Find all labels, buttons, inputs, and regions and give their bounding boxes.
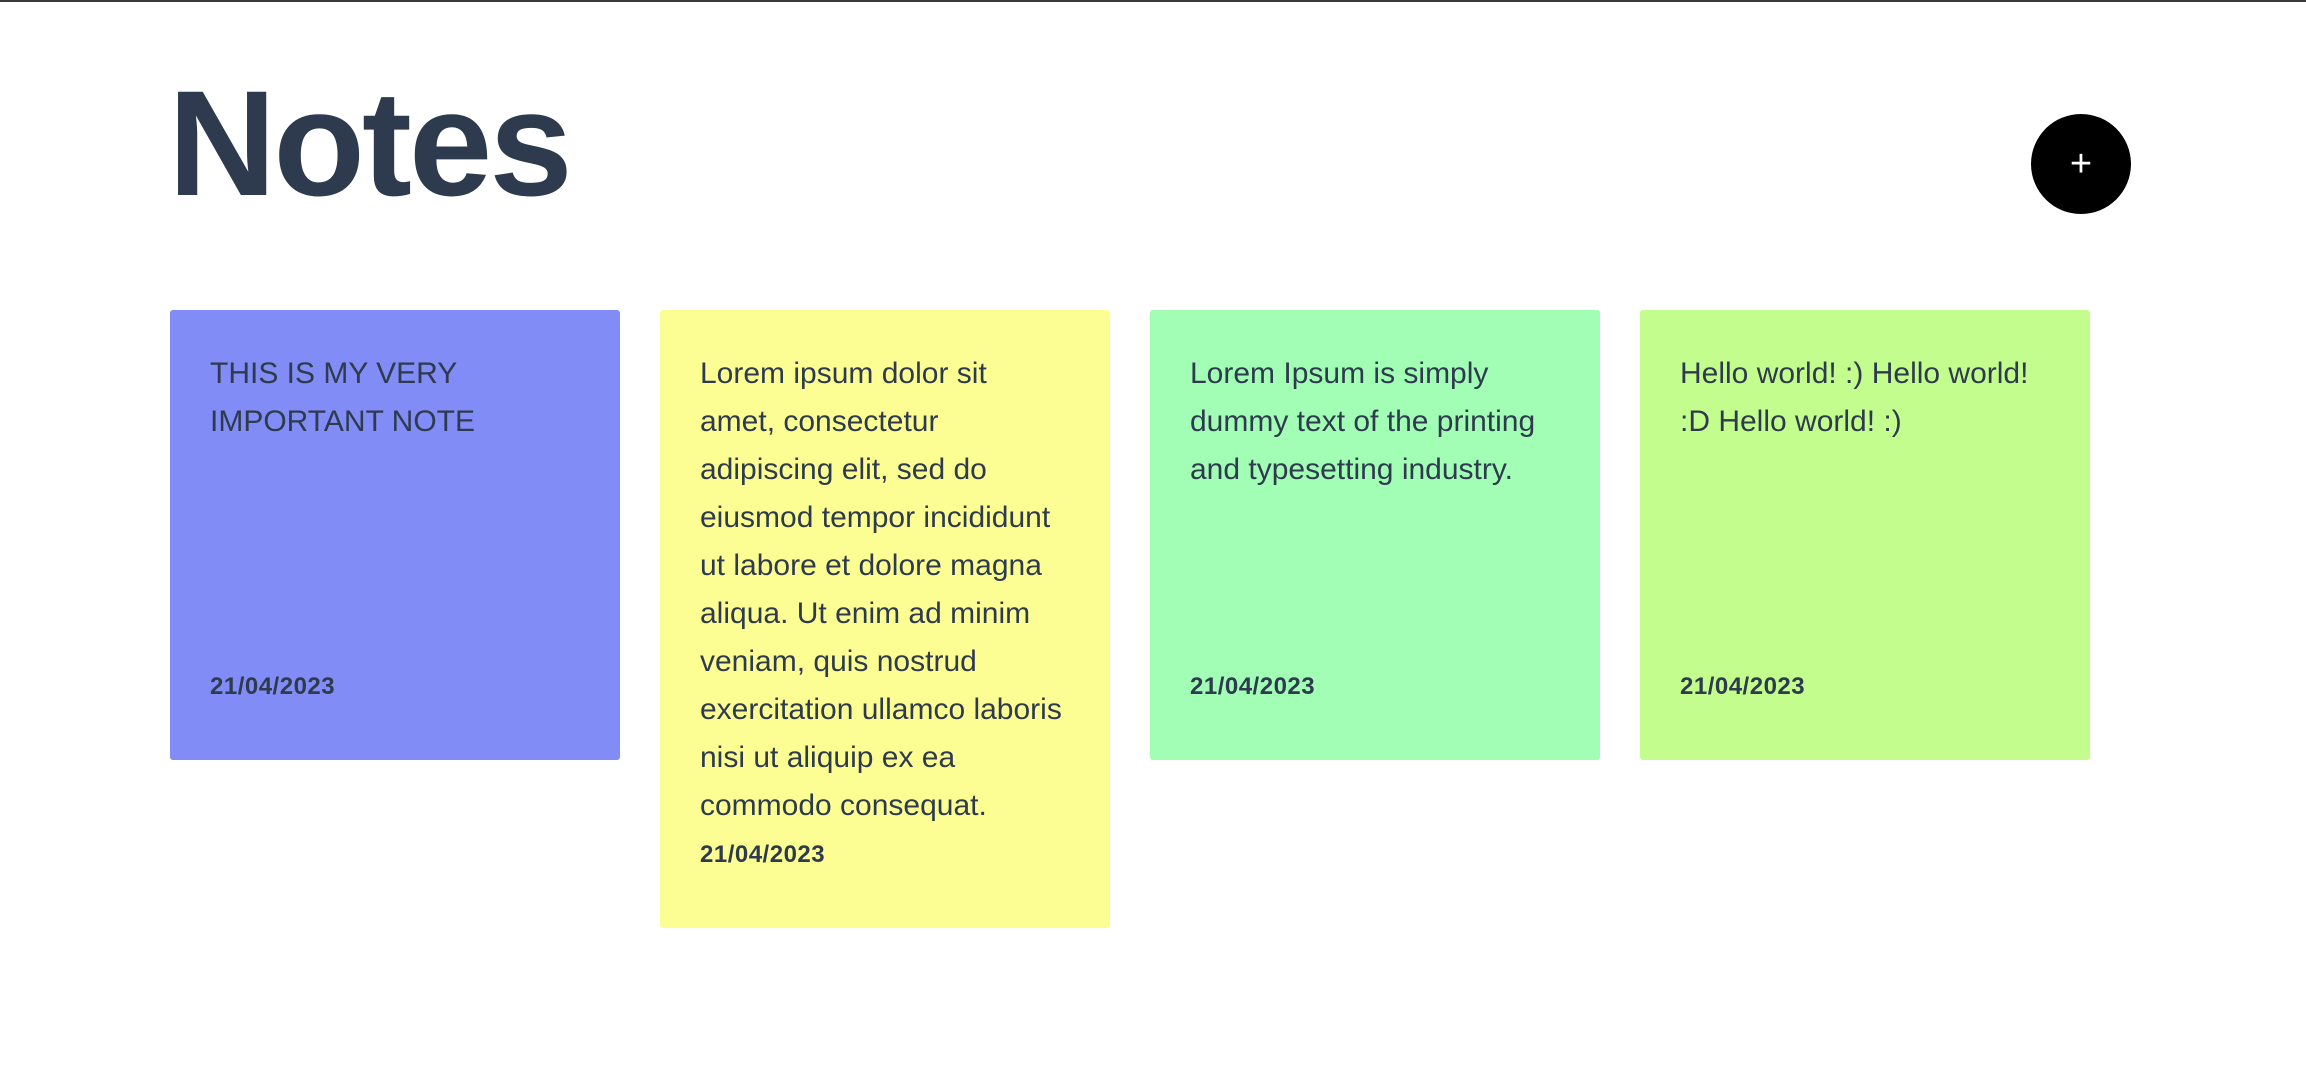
notes-page: Notes + THIS IS MY VERY IMPORTANT NOTE 2…: [0, 0, 2306, 1070]
notes-list: THIS IS MY VERY IMPORTANT NOTE 21/04/202…: [170, 310, 2090, 928]
note-card[interactable]: Hello world! :) Hello world! :D Hello wo…: [1640, 310, 2090, 760]
note-date: 21/04/2023: [700, 841, 826, 868]
note-text: Lorem Ipsum is simply dummy text of the …: [1190, 357, 1536, 486]
note-date: 21/04/2023: [1680, 673, 1806, 700]
note-text: THIS IS MY VERY IMPORTANT NOTE: [210, 357, 476, 438]
note-date: 21/04/2023: [1190, 673, 1316, 700]
page-title: Notes: [168, 59, 573, 227]
note-card[interactable]: Lorem Ipsum is simply dummy text of the …: [1150, 310, 1600, 760]
note-text: Hello world! :) Hello world! :D Hello wo…: [1680, 357, 2029, 438]
note-card[interactable]: Lorem ipsum dolor sit amet, consectetur …: [660, 310, 1110, 928]
top-divider: [0, 0, 2306, 2]
add-note-button[interactable]: +: [2031, 114, 2131, 214]
note-date: 21/04/2023: [210, 673, 336, 700]
plus-icon: +: [2069, 143, 2093, 185]
note-card[interactable]: THIS IS MY VERY IMPORTANT NOTE 21/04/202…: [170, 310, 620, 760]
note-text: Lorem ipsum dolor sit amet, consectetur …: [700, 357, 1062, 822]
